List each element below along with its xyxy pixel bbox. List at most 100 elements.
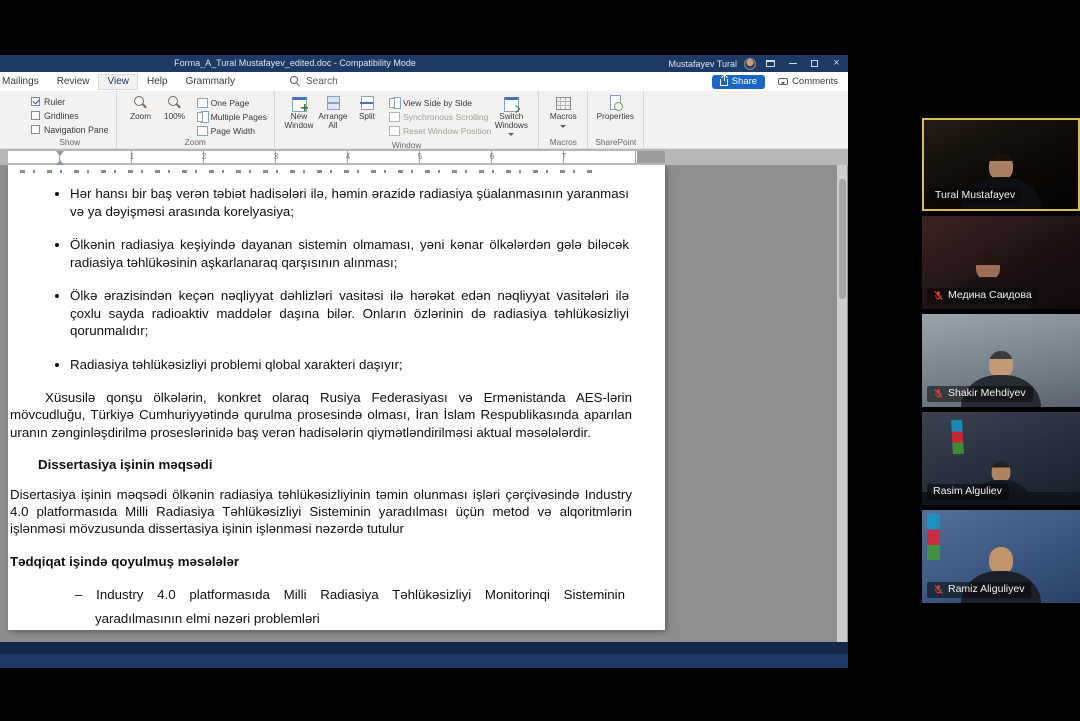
properties-label: Properties [597,113,634,122]
ribbon-tabs: Mailings Review View Help Grammarly [0,72,244,91]
page-width-button[interactable]: Page Width [197,125,267,136]
participant-name-label: Медина Саидова [927,288,1039,304]
flag [951,420,964,455]
participant-video-tural[interactable]: Tural Mustafayev [922,118,1080,211]
new-window-label: New Window [282,113,316,130]
tab-help[interactable]: Help [138,74,177,90]
account-avatar[interactable] [744,58,756,70]
dash-list-item: – Industry 4.0 platformasıda Milli Radia… [75,583,625,630]
minimize-icon[interactable] [785,55,800,72]
participants-panel: Tural Mustafayev Медина Саидова Shakir M… [922,118,1080,608]
ribbon: Ruler Gridlines Navigation Pane Show [0,91,848,149]
participant-video-rasim[interactable]: Rasim Alguliev [922,412,1080,505]
checkbox-icon [31,125,40,134]
properties-button[interactable]: Properties [595,94,635,136]
reset-window-position-label: Reset Window Position [403,126,491,136]
comments-button[interactable]: Comments [778,76,838,87]
zoom-button[interactable]: Zoom [124,94,158,136]
navigation-pane-checkbox[interactable]: Navigation Pane [31,124,109,135]
ruler-checkbox-label: Ruler [44,97,65,107]
split-button[interactable]: Split [350,94,384,139]
participant-name: Ramiz Aliguliyev [948,583,1024,596]
ribbon-group-zoom: Zoom 100% One Page Multiple Pages [117,91,275,148]
section-heading: Tədqiqat işində qoyulmuş məsələlər [10,554,665,569]
multiple-pages-icon [197,111,208,122]
new-window-icon [291,95,307,111]
ruler-number: 1 [127,151,137,163]
macros-button[interactable]: Macros [546,94,580,136]
switch-windows-button[interactable]: Switch Windows [491,94,531,139]
document-page[interactable]: Hər hansı bir baş verən təbiət hadisələr… [8,165,665,630]
switch-windows-label: Switch Windows [491,113,531,130]
multiple-pages-label: Multiple Pages [211,112,267,122]
tab-mailings[interactable]: Mailings [0,74,48,90]
comments-icon [778,78,788,85]
participant-name: Shakir Mehdiyev [948,387,1026,400]
mic-muted-icon [933,290,944,301]
participant-name: Tural Mustafayev [935,189,1015,202]
participant-name: Медина Саидова [948,289,1032,302]
dropdown-arrow-icon [560,125,566,131]
participant-name: Rasim Alguliev [933,485,1002,498]
one-page-button[interactable]: One Page [197,97,267,108]
view-side-by-side-label: View Side by Side [403,98,472,108]
share-button[interactable]: Share [712,75,765,89]
zoom-100-button[interactable]: 100% [158,94,192,136]
search-icon [290,76,301,87]
new-window-button[interactable]: New Window [282,94,316,139]
search-box[interactable]: Search [290,76,338,87]
ruler-number: 2 [199,151,209,163]
taskbar-strip [0,654,848,668]
participant-video-shakir[interactable]: Shakir Mehdiyev [922,314,1080,407]
status-bar [0,642,848,668]
participant-name-label: Rasim Alguliev [927,484,1009,500]
tab-review[interactable]: Review [48,74,99,90]
page-width-label: Page Width [211,126,255,136]
switch-windows-icon [503,95,519,111]
arrange-all-button[interactable]: Arrange All [316,94,350,139]
ruler-scale [8,151,637,163]
zoom-icon [133,95,149,111]
ruler-number: 3 [271,151,281,163]
tab-view[interactable]: View [98,74,138,90]
arrange-all-icon [325,95,341,111]
mic-muted-icon [933,584,944,595]
group-label-show: Show [31,136,109,148]
share-icon [720,79,728,86]
hanging-indent-marker[interactable] [56,156,64,165]
gridlines-checkbox-label: Gridlines [44,111,79,121]
synchronous-scrolling-icon [389,111,400,122]
one-page-label: One Page [211,98,250,108]
synchronous-scrolling-button[interactable]: Synchronous Scrolling [389,111,491,122]
reset-window-position-icon [389,125,400,136]
share-label: Share [732,76,757,87]
ruler-checkbox[interactable]: Ruler [31,96,109,107]
ribbon-tab-row: Mailings Review View Help Grammarly Sear… [0,72,848,91]
account-name[interactable]: Mustafayev Tural [668,59,737,69]
bullet-list: Hər hansı bir baş verən təbiət hadisələr… [8,185,629,373]
gridlines-checkbox[interactable]: Gridlines [31,110,109,121]
horizontal-ruler[interactable]: 1 2 3 4 5 6 7 [0,149,848,165]
shared-screen: Forma_A_Tural Mustafayev_edited.doc - Co… [0,55,848,668]
scrollbar-thumb[interactable] [839,179,846,299]
ribbon-display-options-icon[interactable] [763,55,778,72]
vertical-scrollbar[interactable] [837,165,847,642]
word-status-strip [0,642,848,654]
split-icon [359,95,375,111]
participant-video-ramiz[interactable]: Ramiz Aliguliyev [922,510,1080,603]
meeting-screen: Forma_A_Tural Mustafayev_edited.doc - Co… [0,0,1080,721]
properties-icon [607,95,623,111]
participant-video-medina[interactable]: Медина Саидова [922,216,1080,309]
restore-icon[interactable] [807,55,822,72]
tab-grammarly[interactable]: Grammarly [177,74,244,90]
view-side-by-side-icon [389,97,400,108]
bullet-item: Ölkənin radiasiya keşiyində dayanan sist… [70,236,629,271]
close-icon[interactable]: × [829,55,844,72]
view-side-by-side-button[interactable]: View Side by Side [389,97,491,108]
reset-window-position-button[interactable]: Reset Window Position [389,125,491,136]
body-paragraph: Xüsusilə qonşu ölkələrin, konkret olaraq… [10,389,632,441]
multiple-pages-button[interactable]: Multiple Pages [197,111,267,122]
synchronous-scrolling-label: Synchronous Scrolling [403,112,489,122]
ruler-number: 4 [343,151,353,163]
macros-icon [555,95,571,111]
